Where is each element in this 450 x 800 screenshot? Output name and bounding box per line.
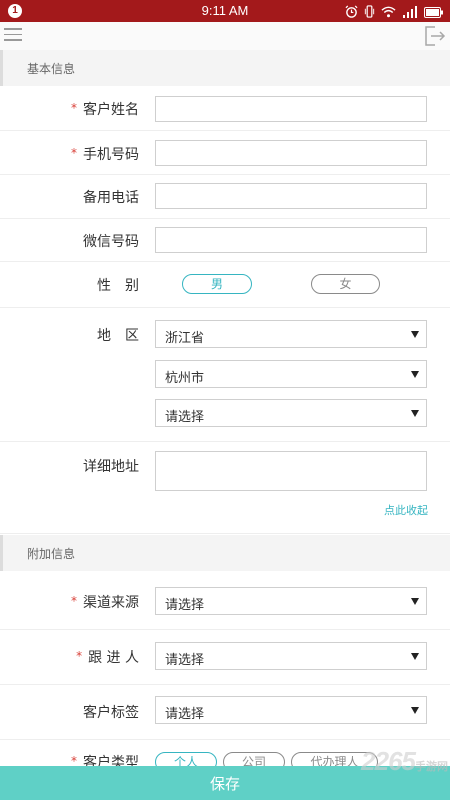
phone-input[interactable] xyxy=(155,140,427,166)
vibrate-icon xyxy=(364,3,375,22)
wechat-input[interactable] xyxy=(155,227,427,253)
channel-label-text: 渠道来源 xyxy=(83,595,139,611)
caret-down-icon xyxy=(411,331,419,338)
tags-value: 请选择 xyxy=(165,707,205,722)
gender-option-female[interactable]: 女 xyxy=(311,274,380,294)
caret-down-icon xyxy=(411,410,419,417)
alarm-icon xyxy=(345,3,358,22)
name-input[interactable] xyxy=(155,96,427,122)
caret-down-icon xyxy=(411,598,419,605)
channel-label: * 渠道来源 xyxy=(71,592,139,612)
phone-label: * 手机号码 xyxy=(71,144,139,164)
required-mark: * xyxy=(71,101,77,115)
city-value: 杭州市 xyxy=(165,371,205,386)
caret-down-icon xyxy=(411,653,419,660)
watermark-sub: 手游网 xyxy=(415,761,448,773)
province-value: 浙江省 xyxy=(165,331,205,346)
app-bar xyxy=(0,22,450,50)
type-option-personal[interactable]: 个人 xyxy=(155,752,217,766)
customer-type-label-text: 客户类型 xyxy=(83,755,139,766)
tags-select[interactable]: 请选择 xyxy=(155,696,427,724)
caret-down-icon xyxy=(411,707,419,714)
district-value: 请选择 xyxy=(165,410,205,425)
follower-select[interactable]: 请选择 xyxy=(155,642,427,670)
region-label: 地 区 xyxy=(97,328,139,344)
gender-option-male[interactable]: 男 xyxy=(182,274,252,294)
channel-value: 请选择 xyxy=(165,598,205,613)
collapse-link[interactable]: 点此收起 xyxy=(384,502,428,518)
wifi-icon xyxy=(381,3,396,22)
region-row: 地 区 浙江省 杭州市 请选择 xyxy=(0,308,450,442)
section-extra-info: 附加信息 xyxy=(0,535,450,571)
follower-value: 请选择 xyxy=(165,653,205,668)
section-basic-info: 基本信息 xyxy=(0,50,450,86)
wechat-label: 微信号码 xyxy=(83,234,139,250)
customer-type-label: * 客户类型 xyxy=(71,752,139,766)
watermark: 2265手游网 xyxy=(361,746,448,777)
province-select[interactable]: 浙江省 xyxy=(155,320,427,348)
backup-phone-input[interactable] xyxy=(155,183,427,209)
channel-select[interactable]: 请选择 xyxy=(155,587,427,615)
menu-icon[interactable] xyxy=(4,28,22,42)
tags-row: 客户标签 请选择 xyxy=(0,685,450,740)
follower-label-text: 跟 进 人 xyxy=(88,650,139,666)
status-bar: 1 9:11 AM xyxy=(0,0,450,22)
gender-label: 性 别 xyxy=(97,278,139,294)
caret-down-icon xyxy=(411,371,419,378)
gender-row: 性 别 男 女 xyxy=(0,262,450,308)
logout-icon[interactable] xyxy=(422,24,446,48)
address-textarea[interactable] xyxy=(155,451,427,491)
channel-row: * 渠道来源 请选择 xyxy=(0,574,450,630)
required-mark: * xyxy=(71,754,77,766)
watermark-main: 2265 xyxy=(361,746,416,776)
name-row: * 客户姓名 xyxy=(0,86,450,131)
type-option-company[interactable]: 公司 xyxy=(223,752,285,766)
phone-label-text: 手机号码 xyxy=(83,147,139,163)
name-label: * 客户姓名 xyxy=(71,99,139,119)
name-label-text: 客户姓名 xyxy=(83,102,139,118)
tags-label: 客户标签 xyxy=(83,705,139,721)
address-row: 详细地址 点此收起 xyxy=(0,442,450,534)
follower-label: * 跟 进 人 xyxy=(76,647,139,667)
required-mark: * xyxy=(71,594,77,608)
wechat-row: 微信号码 xyxy=(0,219,450,262)
battery-icon xyxy=(424,3,444,22)
status-icons xyxy=(345,3,444,22)
section-extra-title: 附加信息 xyxy=(27,547,76,561)
phone-row: * 手机号码 xyxy=(0,131,450,175)
follower-row: * 跟 进 人 请选择 xyxy=(0,630,450,685)
backup-phone-label: 备用电话 xyxy=(83,190,139,206)
backup-phone-row: 备用电话 xyxy=(0,175,450,219)
section-basic-title: 基本信息 xyxy=(27,62,76,76)
district-select[interactable]: 请选择 xyxy=(155,399,427,427)
city-select[interactable]: 杭州市 xyxy=(155,360,427,388)
required-mark: * xyxy=(76,649,83,663)
required-mark: * xyxy=(71,146,77,160)
address-label: 详细地址 xyxy=(83,459,139,475)
signal-icon xyxy=(402,3,418,22)
